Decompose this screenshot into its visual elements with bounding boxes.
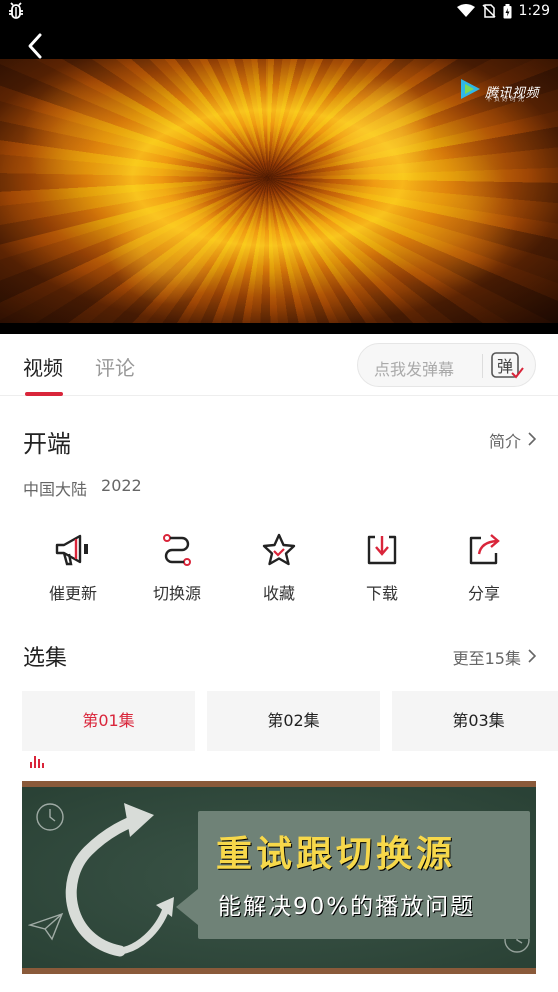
favorite-button[interactable]: 收藏 — [227, 530, 331, 604]
share-icon — [464, 530, 504, 570]
episode-label: 第03集 — [452, 711, 505, 730]
curved-arrow-icon — [65, 803, 174, 957]
switch-source-button[interactable]: 切换源 — [125, 530, 229, 604]
playing-bars-icon — [30, 733, 44, 768]
banner-sign: 重试跟切换源 能解决90%的播放问题 — [176, 811, 530, 939]
chalkboard-background: 重试跟切换源 能解决90%的播放问题 — [22, 787, 536, 968]
show-region: 中国大陆 — [23, 480, 88, 499]
active-tab-indicator — [25, 392, 63, 396]
episodes-title: 选集 — [23, 646, 68, 671]
episodes-more-label: 更至15集 — [452, 649, 521, 668]
urge-update-button[interactable]: 催更新 — [21, 530, 125, 604]
tab-video[interactable]: 视频 — [23, 352, 63, 381]
show-year: 2022 — [101, 476, 142, 495]
tab-comment[interactable]: 评论 — [95, 352, 135, 381]
favorite-label: 收藏 — [262, 584, 295, 603]
intro-label: 简介 — [488, 432, 521, 451]
danmaku-input[interactable]: 点我发弹幕 — [374, 356, 454, 380]
help-banner[interactable]: 重试跟切换源 能解决90%的播放问题 — [22, 781, 536, 974]
no-sim-icon — [482, 4, 496, 18]
star-icon — [259, 530, 299, 570]
watermark-logo: 腾讯视频 不负好时光 — [458, 77, 539, 105]
episode-label: 第01集 — [82, 711, 135, 730]
danmaku-toggle-icon[interactable]: 弹 — [490, 351, 524, 381]
bug-icon — [8, 2, 24, 20]
banner-headline: 重试跟切换源 — [216, 834, 457, 875]
download-label: 下载 — [365, 584, 398, 603]
back-arrow-icon[interactable] — [22, 32, 50, 60]
chevron-right-icon — [527, 431, 537, 450]
episodes-more-link[interactable]: 更至15集 — [452, 645, 537, 669]
intro-link[interactable]: 简介 — [488, 428, 537, 452]
episode-card-03[interactable]: 第03集 — [392, 691, 558, 751]
danmaku-divider — [482, 354, 483, 378]
megaphone-icon — [53, 530, 93, 570]
clock-time: 1:29 — [518, 3, 550, 19]
switch-source-label: 切换源 — [152, 584, 201, 603]
share-button[interactable]: 分享 — [432, 530, 536, 604]
danmaku-bar: 点我发弹幕 弹 — [357, 343, 536, 387]
share-label: 分享 — [467, 584, 500, 603]
danmaku-toggle-label: 弹 — [497, 357, 513, 376]
play-logo-icon — [458, 77, 482, 105]
download-button[interactable]: 下载 — [330, 530, 434, 604]
urge-update-label: 催更新 — [48, 584, 97, 603]
episode-card-02[interactable]: 第02集 — [207, 691, 380, 751]
episode-label: 第02集 — [267, 711, 320, 730]
video-player[interactable]: 腾讯视频 不负好时光 — [0, 26, 558, 334]
show-meta: 中国大陆 2022 — [23, 476, 142, 500]
download-icon — [362, 530, 402, 570]
banner-subline: 能解决90%的播放问题 — [218, 894, 476, 920]
switch-source-icon — [157, 530, 197, 570]
status-bar: 1:29 — [0, 0, 558, 26]
battery-icon — [503, 3, 512, 19]
episode-card-01[interactable]: 第01集 — [22, 691, 195, 768]
chevron-right-icon — [527, 648, 537, 667]
show-title: 开端 — [23, 430, 71, 458]
watermark-slogan: 不负好时光 — [486, 96, 527, 103]
wifi-icon — [456, 4, 475, 18]
action-bar: 催更新 切换源 收藏 下载 分享 — [0, 530, 558, 610]
